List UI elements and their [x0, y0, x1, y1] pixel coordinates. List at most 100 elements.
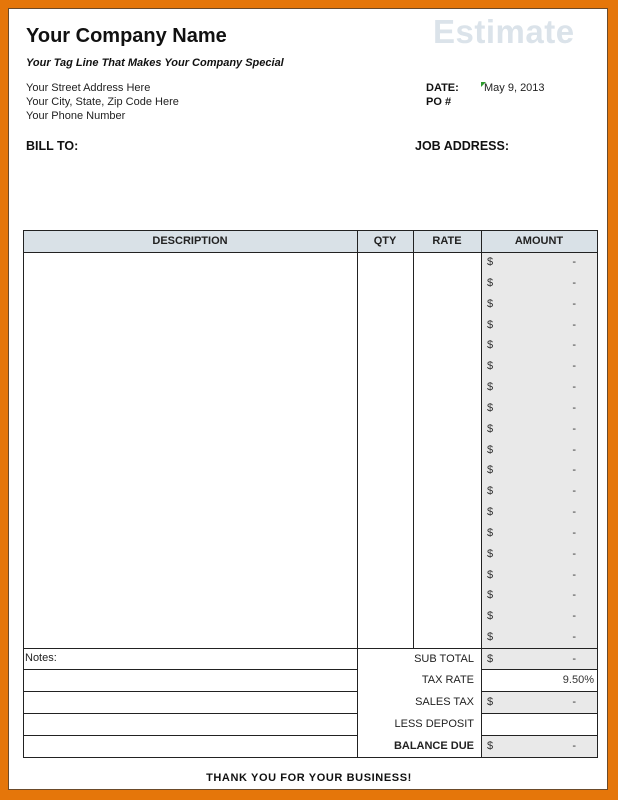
line-item-qty[interactable]: [358, 585, 413, 606]
line-item-rate[interactable]: [414, 419, 481, 440]
line-item-rate[interactable]: [414, 377, 481, 398]
line-item-qty[interactable]: [358, 315, 413, 336]
line-item-amount[interactable]: $ -: [481, 502, 597, 523]
line-item-qty[interactable]: [358, 419, 413, 440]
line-item-rate[interactable]: [414, 294, 481, 315]
line-item-qty[interactable]: [358, 294, 413, 315]
notes-field[interactable]: [24, 669, 357, 691]
line-item-description[interactable]: [24, 502, 357, 523]
line-item-rate[interactable]: [414, 627, 481, 648]
line-item-description[interactable]: [24, 356, 357, 377]
table-border-right: [597, 230, 598, 758]
line-item-rate[interactable]: [414, 398, 481, 419]
line-item-description[interactable]: [24, 481, 357, 502]
line-item-description[interactable]: [24, 252, 357, 273]
line-item-qty[interactable]: [358, 565, 413, 586]
line-item-description[interactable]: [24, 335, 357, 356]
line-item-description[interactable]: [24, 294, 357, 315]
line-item-amount[interactable]: $ -: [481, 460, 597, 481]
summary-value-less-deposit[interactable]: [481, 713, 597, 735]
line-item-rate[interactable]: [414, 502, 481, 523]
line-item-amount[interactable]: $ -: [481, 356, 597, 377]
line-item-qty[interactable]: [358, 544, 413, 565]
amount-value: -: [572, 443, 576, 456]
line-item-amount[interactable]: $ -: [481, 585, 597, 606]
line-item-qty[interactable]: [358, 356, 413, 377]
company-name[interactable]: Your Company Name: [26, 25, 227, 48]
line-item-amount[interactable]: $ -: [481, 377, 597, 398]
line-item-rate[interactable]: [414, 356, 481, 377]
line-item-description[interactable]: [24, 377, 357, 398]
line-item-amount[interactable]: $ -: [481, 252, 597, 273]
header-qty: QTY: [373, 235, 397, 247]
company-tagline[interactable]: Your Tag Line That Makes Your Company Sp…: [26, 57, 284, 69]
line-item-qty[interactable]: [358, 606, 413, 627]
po-value[interactable]: [484, 96, 584, 109]
line-item-qty[interactable]: [358, 481, 413, 502]
line-item-description[interactable]: [24, 273, 357, 294]
line-item-rate[interactable]: [414, 252, 481, 273]
header-divider: [23, 252, 598, 253]
street-address[interactable]: Your Street Address Here: [26, 82, 150, 94]
summary-value-balance-due[interactable]: $ -: [481, 735, 597, 757]
line-item-rate[interactable]: [414, 523, 481, 544]
notes-field[interactable]: [24, 713, 357, 735]
line-item-qty[interactable]: [358, 627, 413, 648]
line-item-rate[interactable]: [414, 481, 481, 502]
phone-number[interactable]: Your Phone Number: [26, 110, 125, 122]
line-item-description[interactable]: [24, 606, 357, 627]
notes-field[interactable]: [24, 648, 357, 669]
bill-to-field[interactable]: [26, 158, 396, 220]
line-item-amount[interactable]: $ -: [481, 335, 597, 356]
line-item-description[interactable]: [24, 627, 357, 648]
line-item-description[interactable]: [24, 544, 357, 565]
line-item-rate[interactable]: [414, 585, 481, 606]
line-item-qty[interactable]: [358, 398, 413, 419]
line-item-amount[interactable]: $ -: [481, 315, 597, 336]
line-item-amount[interactable]: $ -: [481, 273, 597, 294]
notes-field[interactable]: [24, 691, 357, 713]
line-item-description[interactable]: [24, 398, 357, 419]
job-address-field[interactable]: [415, 158, 600, 220]
line-item-description[interactable]: [24, 460, 357, 481]
line-item-description[interactable]: [24, 565, 357, 586]
notes-field[interactable]: [24, 735, 357, 757]
line-item-amount[interactable]: $ -: [481, 523, 597, 544]
line-item-qty[interactable]: [358, 377, 413, 398]
line-item-amount[interactable]: $ -: [481, 419, 597, 440]
line-item-qty[interactable]: [358, 252, 413, 273]
line-item-amount[interactable]: $ -: [481, 440, 597, 461]
line-item-qty[interactable]: [358, 523, 413, 544]
line-item-rate[interactable]: [414, 606, 481, 627]
line-item-rate[interactable]: [414, 315, 481, 336]
date-value[interactable]: May 9, 2013: [484, 82, 545, 94]
line-item-amount[interactable]: $ -: [481, 565, 597, 586]
line-item-amount[interactable]: $ -: [481, 606, 597, 627]
summary-value-sub-total[interactable]: $ -: [481, 648, 597, 669]
line-item-rate[interactable]: [414, 335, 481, 356]
line-item-amount[interactable]: $ -: [481, 481, 597, 502]
line-item-qty[interactable]: [358, 440, 413, 461]
line-item-rate[interactable]: [414, 460, 481, 481]
line-item-rate[interactable]: [414, 544, 481, 565]
line-item-qty[interactable]: [358, 273, 413, 294]
line-item-amount[interactable]: $ -: [481, 627, 597, 648]
summary-value-sales-tax[interactable]: $ -: [481, 691, 597, 713]
line-item-description[interactable]: [24, 585, 357, 606]
line-item-qty[interactable]: [358, 335, 413, 356]
summary-value-tax-rate[interactable]: 9.50%: [481, 669, 597, 691]
line-item-rate[interactable]: [414, 565, 481, 586]
line-item-rate[interactable]: [414, 440, 481, 461]
line-item-rate[interactable]: [414, 273, 481, 294]
line-item-qty[interactable]: [358, 502, 413, 523]
line-item-qty[interactable]: [358, 460, 413, 481]
line-item-description[interactable]: [24, 419, 357, 440]
summary-rule: [481, 691, 598, 692]
line-item-amount[interactable]: $ -: [481, 544, 597, 565]
city-state-zip[interactable]: Your City, State, Zip Code Here: [26, 96, 179, 108]
line-item-description[interactable]: [24, 315, 357, 336]
line-item-description[interactable]: [24, 523, 357, 544]
line-item-amount[interactable]: $ -: [481, 294, 597, 315]
line-item-amount[interactable]: $ -: [481, 398, 597, 419]
line-item-description[interactable]: [24, 440, 357, 461]
